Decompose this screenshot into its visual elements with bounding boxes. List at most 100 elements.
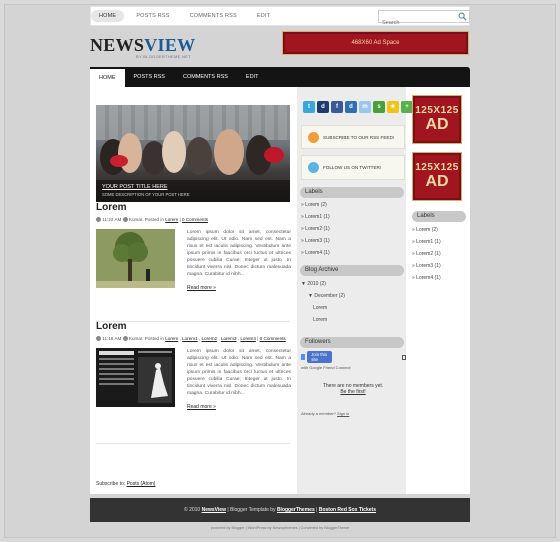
main-nav: HOME POSTS RSS COMMENTS RSS EDIT [90,67,470,87]
post-label-link[interactable]: Lorem2 [202,336,218,341]
user-icon [122,217,128,223]
subscribe-label: Subscribe to: [96,481,126,487]
post-thumbnail-tree[interactable] [96,229,175,288]
credits-converted: | Converted by [298,526,324,530]
post-label-link[interactable]: Lorem1 [182,336,198,341]
ad-banner-top[interactable]: 468X60 Ad Space [282,31,469,55]
label-item[interactable]: » Lorem4 (1) [301,247,330,259]
facebook-icon[interactable]: f [331,101,343,113]
blog-archive: ▼ 2010 (2) ▼ December (2) Lorem Lorem [301,278,345,326]
label-item[interactable]: » Lorem2 (1) [301,223,330,235]
subscribe-atom-link[interactable]: Posts (Atom) [127,481,156,487]
main-nav-home[interactable]: HOME [90,67,125,87]
post-comments-link[interactable]: 0 Comments [260,336,286,341]
top-nav-comments-rss[interactable]: COMMENTS RSS [182,10,245,22]
logo-tagline: BY BLOGGERTHEME.NET [136,54,191,59]
label-item[interactable]: » Lorem3 (1) [412,260,441,272]
label-item[interactable]: » Lorem1 (1) [412,236,441,248]
top-bar: HOME POSTS RSS COMMENTS RSS EDIT [90,6,470,29]
sign-in-link[interactable]: Sign in [337,411,349,416]
post-1: Lorem 11:22 AM Kumar, Posted in Lorem | … [96,202,291,291]
credits: powered by Blogger | WordPress by Newwpt… [90,526,470,530]
user-icon [122,336,128,342]
site-logo[interactable]: NEWSVIEW BY BLOGGERTHEME.NET [90,36,195,59]
main-nav-posts-rss[interactable]: POSTS RSS [125,67,174,87]
post-label-link[interactable]: Lorem [165,336,178,341]
twitter-icon[interactable]: t [303,101,315,113]
read-more-link[interactable]: Read more » [187,404,216,410]
featured-title[interactable]: YOUR POST TITLE HERE [102,184,168,190]
post-comments-link[interactable]: 0 Comments [182,217,208,222]
digg-icon[interactable]: d [345,101,357,113]
main-nav-edit[interactable]: EDIT [237,67,268,87]
twitter-follow-box[interactable]: FOLLOW US ON TWITTER! [301,155,405,180]
featured-slider[interactable]: YOUR POST TITLE HERE SOME DESCRIPTION OF… [96,105,290,202]
myspace-icon[interactable]: m [359,101,371,113]
credits-blogger-link[interactable]: Blogger [232,526,245,530]
main-nav-comments-rss[interactable]: COMMENTS RSS [174,67,237,87]
labels-widget-title: Labels [300,187,404,198]
archive-year[interactable]: ▼ 2010 (2) [301,278,345,290]
footer-sep: | [316,507,318,513]
gfc-text: with Google Friend Connect [301,365,351,370]
post-excerpt: Lorem ipsum dolor sit amet, consectetur … [187,230,291,277]
labels-list: » Lorem (2) » Lorem1 (1) » Lorem2 (1) » … [301,199,330,259]
post-label-link[interactable]: Lorem [165,217,178,222]
label-item[interactable]: » Lorem (2) [412,224,441,236]
twitter-box-label: FOLLOW US ON TWITTER! [323,165,382,170]
top-nav: HOME POSTS RSS COMMENTS RSS EDIT [91,10,278,22]
ad-125-label: AD [425,116,449,133]
post-author: Kumar [128,336,143,341]
top-nav-posts-rss[interactable]: POSTS RSS [128,10,177,22]
delicious-icon[interactable]: d [317,101,329,113]
post-label-link[interactable]: Lorem3 [221,336,237,341]
label-item[interactable]: » Lorem2 (1) [412,248,441,260]
ad-125-label: AD [425,173,449,190]
followers-widget: Join this site with Google Friend Connec… [301,351,406,416]
post-meta: 11:22 AM Kumar, Posted in Lorem | 0 Comm… [96,216,290,223]
top-nav-edit[interactable]: EDIT [249,10,278,22]
search-input[interactable] [379,17,455,29]
archive-month[interactable]: ▼ December (2) [301,290,345,302]
logo-news: NEWS [90,35,145,55]
post-2: Lorem 11:16 AM Kumar, Posted in Lorem , … [96,321,291,410]
footer: © 2010 NewsView | Blogger Template by Bl… [90,498,470,522]
footer-site-link[interactable]: NewsView [202,507,226,513]
ad-125-1[interactable]: 125X125 AD [412,95,462,144]
footer-bloggertheme-link[interactable]: BloggerThemes [277,507,315,513]
search-icon[interactable] [458,12,467,21]
post-label-link[interactable]: Lorem4 [240,336,256,341]
post-posted-in: , Posted in [142,217,164,222]
read-more-link[interactable]: Read more » [187,285,216,291]
top-nav-home[interactable]: HOME [91,10,125,22]
ad-125-2[interactable]: 125X125 AD [412,152,462,201]
rss-box-label: SUBSCRIBE TO OUR RSS FEED! [323,134,395,140]
sidebar: t d f d m s ★ + SUBSCRIBE TO OUR RSS FEE… [297,87,413,494]
rss-feed-box[interactable]: SUBSCRIBE TO OUR RSS FEED! [301,125,405,149]
already-member: Already a member? Sign in [301,411,406,416]
stumbleupon-icon[interactable]: s [373,101,385,113]
twitter-bird-icon [308,162,319,173]
clock-icon [96,217,101,223]
footer-tickets-link[interactable]: Boston Red Sox Tickets [319,507,376,513]
divider [96,443,290,444]
followers-title: Followers [300,337,404,348]
label-item[interactable]: » Lorem (2) [301,199,330,211]
credits-bt-link[interactable]: BloggerTheme [324,526,349,530]
expand-icon[interactable] [401,354,406,360]
archive-post-link[interactable]: Lorem [301,302,345,314]
right-labels-list: » Lorem (2) » Lorem1 (1) » Lorem2 (1) » … [412,224,441,284]
credits-newwp-link[interactable]: Newwpthemes [273,526,298,530]
post-title[interactable]: Lorem [96,321,290,332]
ad-125-size: 125X125 [415,162,459,173]
join-site-button[interactable]: Join this site [307,351,332,363]
label-item[interactable]: » Lorem4 (1) [412,272,441,284]
label-item[interactable]: » Lorem1 (1) [301,211,330,223]
label-item[interactable]: » Lorem3 (1) [301,235,330,247]
post-title[interactable]: Lorem [96,202,290,213]
favorites-star-icon[interactable]: ★ [387,101,399,113]
post-thumbnail-magazine[interactable] [96,348,175,407]
archive-post-link[interactable]: Lorem [301,314,345,326]
be-first-link[interactable]: Be the first! [301,389,405,395]
blog-archive-title: Blog Archive [300,265,404,276]
